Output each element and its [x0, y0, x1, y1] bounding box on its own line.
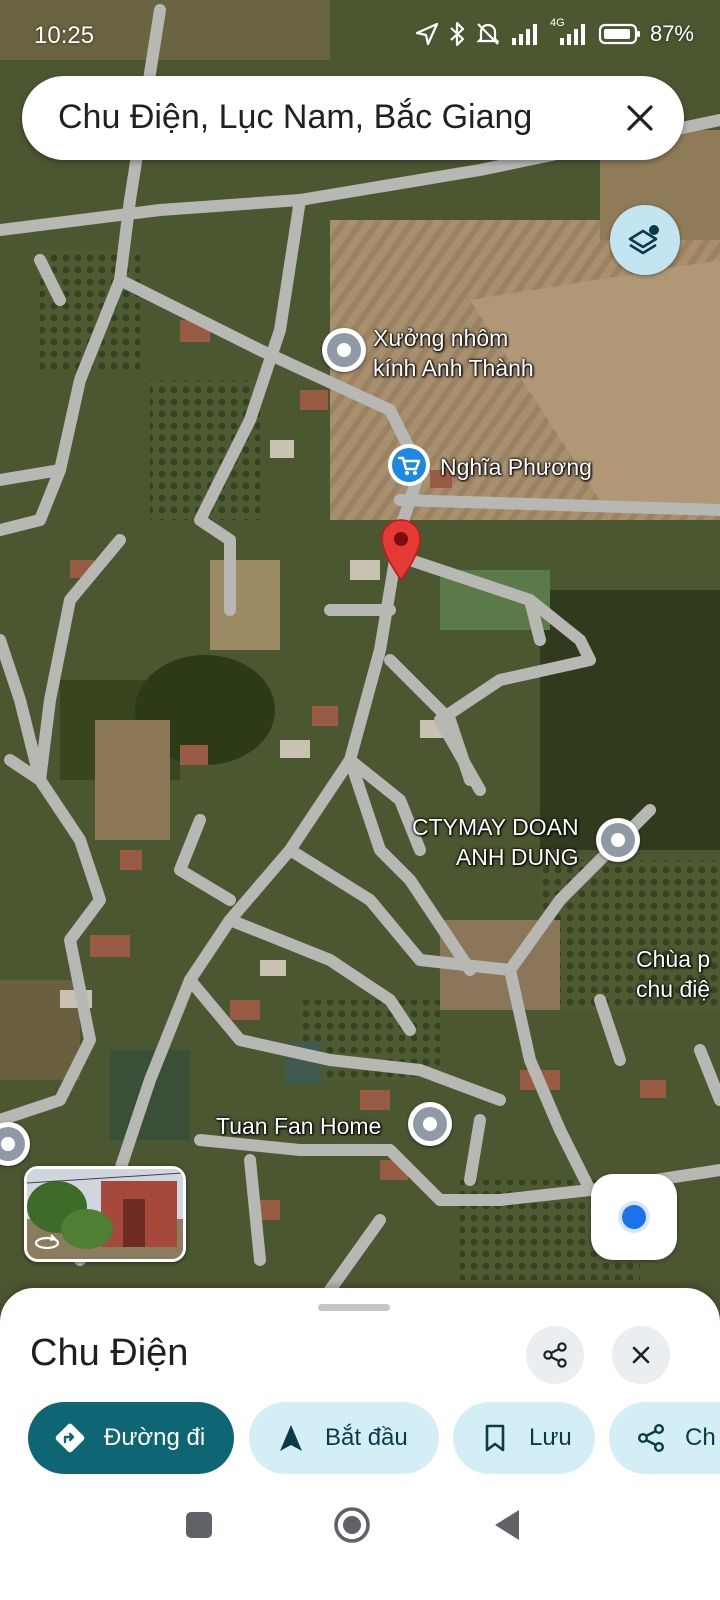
street-view-thumbnail[interactable]: [24, 1166, 186, 1262]
save-button[interactable]: Lưu: [453, 1402, 595, 1474]
share-icon: [637, 1424, 665, 1453]
layers-icon: [628, 225, 659, 255]
action-chips: Đường đi Bắt đầu Lưu Ch: [28, 1402, 720, 1476]
recents-button[interactable]: [184, 1510, 214, 1540]
battery-icon: [598, 23, 640, 45]
place-title: Chu Điện: [30, 1332, 189, 1374]
back-button[interactable]: [492, 1508, 522, 1542]
status-time: 10:25: [34, 22, 95, 49]
search-query[interactable]: Chu Điện, Lục Nam, Bắc Giang: [58, 98, 532, 137]
share-icon: [543, 1342, 567, 1368]
share-chip-button[interactable]: Ch: [609, 1402, 720, 1474]
close-icon[interactable]: [618, 96, 662, 140]
navigation-arrow-icon: [280, 1425, 302, 1451]
layers-button[interactable]: [610, 205, 680, 275]
poi-label-tuan-fan-home[interactable]: Tuan Fan Home: [216, 1111, 381, 1141]
share-button[interactable]: [526, 1326, 584, 1384]
start-label: Bắt đầu: [325, 1424, 408, 1451]
place-pin-icon[interactable]: [596, 818, 640, 862]
poi-label-xuong-nhom[interactable]: Xưởng nhôm kính Anh Thành: [373, 323, 534, 383]
directions-button[interactable]: Đường đi: [28, 1402, 234, 1474]
status-bar: 10:25 4G 87%: [0, 0, 720, 72]
system-nav-bar: [0, 1490, 720, 1600]
search-bar[interactable]: Chu Điện, Lục Nam, Bắc Giang: [22, 76, 684, 160]
save-label: Lưu: [529, 1424, 572, 1451]
my-location-icon: [622, 1205, 646, 1229]
shopping-cart-icon[interactable]: [387, 443, 431, 487]
start-button[interactable]: Bắt đầu: [249, 1402, 439, 1474]
close-sheet-button[interactable]: [612, 1326, 670, 1384]
status-icons: 4G 87%: [414, 17, 694, 48]
share-chip-label: Ch: [685, 1424, 716, 1451]
battery-level: 87%: [649, 21, 694, 46]
bluetooth-icon: [450, 21, 465, 47]
place-pin-icon[interactable]: [322, 328, 366, 372]
signal-4g: 4G: [550, 17, 590, 47]
close-icon: [632, 1346, 650, 1364]
place-pin-icon[interactable]: [408, 1102, 452, 1146]
mute-bell-icon: [476, 23, 500, 45]
selected-place-pin[interactable]: [379, 518, 423, 582]
directions-label: Đường đi: [104, 1424, 206, 1451]
home-button[interactable]: [333, 1506, 371, 1544]
poi-label-nghia-phuong[interactable]: Nghĩa Phương: [440, 452, 592, 482]
drag-handle[interactable]: [318, 1304, 390, 1311]
my-location-button[interactable]: [591, 1174, 677, 1260]
directions-icon: [55, 1423, 85, 1453]
poi-label-ctymay[interactable]: CTYMAY DOAN ANH DUNG: [412, 812, 579, 872]
signal-icon: [511, 24, 537, 45]
rotate-360-icon: [34, 1234, 60, 1250]
poi-label-chua[interactable]: Chùa p chu điệ: [636, 944, 710, 1004]
location-arrow-icon: [415, 22, 439, 46]
signal-icon: [559, 24, 585, 45]
bookmark-icon: [485, 1424, 505, 1452]
